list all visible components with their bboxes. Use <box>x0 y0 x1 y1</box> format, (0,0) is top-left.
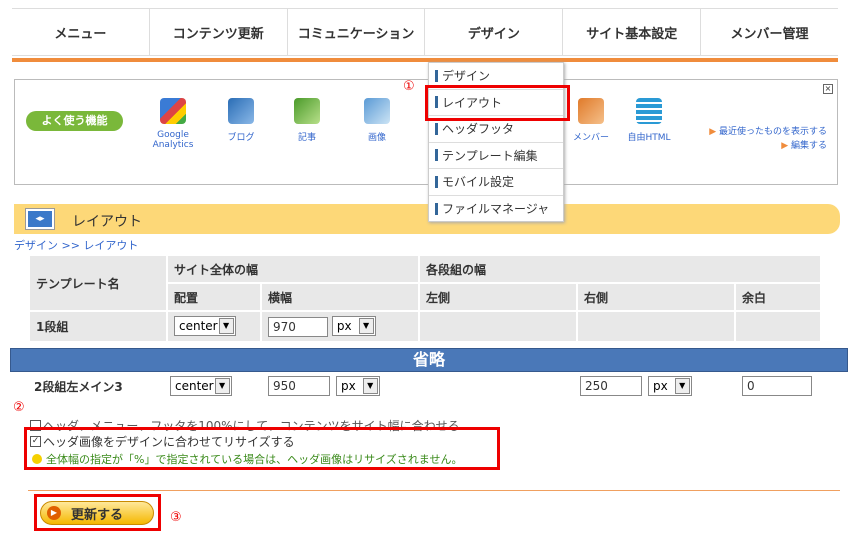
header-width: 横幅 <box>262 284 418 310</box>
unit-select[interactable]: px ▼ <box>336 376 380 396</box>
members-icon <box>578 98 604 124</box>
menu-item-file-manager[interactable]: ファイルマネージャ <box>429 196 563 223</box>
free-html-icon <box>636 98 662 124</box>
select-value: center <box>179 319 218 334</box>
image-icon <box>364 98 390 124</box>
nav-menu[interactable]: メニュー <box>12 9 150 55</box>
select-value: px <box>341 379 356 393</box>
width-cell: 970 px ▼ <box>262 312 418 341</box>
align-select[interactable]: center ▼ <box>170 376 232 396</box>
article-shortcut[interactable]: 記事 <box>277 98 337 143</box>
shortcut-label: メンバー <box>572 133 609 143</box>
right-cell <box>578 312 734 341</box>
nav-member-management[interactable]: メンバー管理 <box>701 9 838 55</box>
dropdown-arrow-icon: ▼ <box>674 378 690 394</box>
arrow-icon: ▶ <box>709 127 719 137</box>
bullet-icon <box>435 122 438 135</box>
margin-cell <box>736 312 820 341</box>
annotation-1: ① <box>403 79 415 94</box>
header-right: 右側 <box>578 284 734 310</box>
nav-site-settings[interactable]: サイト基本設定 <box>563 9 702 55</box>
left-cell <box>420 312 576 341</box>
dropdown-arrow-icon: ▼ <box>358 318 374 334</box>
arrow-icon: ▶ <box>781 141 791 151</box>
shortcut-label: 記事 <box>297 133 316 143</box>
header-template-name: テンプレート名 <box>30 256 166 310</box>
article-icon <box>294 98 320 124</box>
google-analytics-icon <box>160 98 186 124</box>
header-margin: 余白 <box>736 284 820 310</box>
shortcut-label: 画像 <box>367 133 386 143</box>
free-html-shortcut[interactable]: 自由HTML <box>619 98 679 143</box>
page-title: レイアウト <box>72 214 142 230</box>
row-name-1col: 1段組 <box>30 312 166 341</box>
header-left: 左側 <box>420 284 576 310</box>
nav-design[interactable]: デザイン <box>425 9 564 55</box>
blog-shortcut[interactable]: ブログ <box>211 98 271 143</box>
annotation-3: ③ <box>170 510 182 525</box>
unit-select[interactable]: px ▼ <box>331 316 376 336</box>
dropdown-arrow-icon: ▼ <box>362 378 378 394</box>
omitted-banner: 省略 <box>10 348 848 372</box>
align-select[interactable]: center ▼ <box>174 316 236 337</box>
annotation-2: ② <box>13 400 25 415</box>
divider <box>28 490 840 491</box>
width-input[interactable]: 950 <box>268 376 330 396</box>
width-input[interactable]: 970 <box>268 316 328 337</box>
menu-item-template-edit[interactable]: テンプレート編集 <box>429 143 563 169</box>
select-value: center <box>175 379 214 393</box>
right-width-input[interactable]: 250 <box>580 376 642 396</box>
margin-input[interactable]: 0 <box>742 376 812 396</box>
bullet-icon <box>435 69 438 82</box>
close-icon[interactable]: × <box>823 84 833 94</box>
highlight-layout-menu <box>425 85 570 121</box>
highlight-update-button <box>34 494 161 531</box>
breadcrumb[interactable]: デザイン >> レイアウト <box>14 237 138 253</box>
blog-icon <box>228 98 254 124</box>
header-stage-width: 各段組の幅 <box>420 256 820 282</box>
recent-links: ▶ 最近使ったものを表示する ▶ 編集する <box>697 126 827 152</box>
layout-table: テンプレート名 サイト全体の幅 各段組の幅 配置 横幅 左側 右側 余白 1段組… <box>28 254 822 343</box>
select-value: px <box>336 319 352 333</box>
quick-functions-label: よく使う機能 <box>26 111 123 131</box>
menu-item-label: ファイルマネージャ <box>442 202 550 217</box>
bullet-icon <box>435 149 438 162</box>
highlight-options <box>24 427 500 470</box>
nav-underline <box>12 58 838 62</box>
menu-item-mobile-settings[interactable]: モバイル設定 <box>429 169 563 196</box>
select-value: px <box>653 379 668 393</box>
image-shortcut[interactable]: 画像 <box>347 98 407 143</box>
nav-content-update[interactable]: コンテンツ更新 <box>150 9 288 55</box>
menu-item-label: ヘッダフッタ <box>442 122 515 137</box>
menu-item-label: モバイル設定 <box>442 175 515 190</box>
show-recent-link[interactable]: 最近使ったものを表示する <box>719 127 827 137</box>
section-header: ◂▸ レイアウト <box>14 204 840 234</box>
bullet-icon <box>435 175 438 188</box>
shortcut-label: Google Analytics <box>152 130 194 150</box>
header-align: 配置 <box>168 284 260 310</box>
row-name: 2段組左メイン3 <box>34 379 123 394</box>
table-row-2col-left-main3: 2段組左メイン3 center ▼ 950 px ▼ 250 px ▼ 0 <box>28 372 822 400</box>
dropdown-arrow-icon: ▼ <box>218 318 234 335</box>
nav-communication[interactable]: コミュニケーション <box>288 9 426 55</box>
dropdown-arrow-icon: ▼ <box>214 378 230 394</box>
edit-link[interactable]: 編集する <box>791 141 827 151</box>
layout-icon: ◂▸ <box>26 209 54 229</box>
shortcut-label: 自由HTML <box>627 133 671 143</box>
align-cell: center ▼ <box>168 312 260 341</box>
header-site-width: サイト全体の幅 <box>168 256 418 282</box>
menu-item-label: デザイン <box>442 69 491 84</box>
top-navigation: メニュー コンテンツ更新 コミュニケーション デザイン サイト基本設定 メンバー… <box>12 8 838 56</box>
right-unit-select[interactable]: px ▼ <box>648 376 692 396</box>
bullet-icon <box>435 202 438 215</box>
menu-item-label: テンプレート編集 <box>442 148 538 163</box>
members-shortcut[interactable]: メンバー <box>561 98 621 143</box>
shortcut-label: ブログ <box>227 133 255 143</box>
google-analytics-shortcut[interactable]: Google Analytics <box>143 98 203 150</box>
